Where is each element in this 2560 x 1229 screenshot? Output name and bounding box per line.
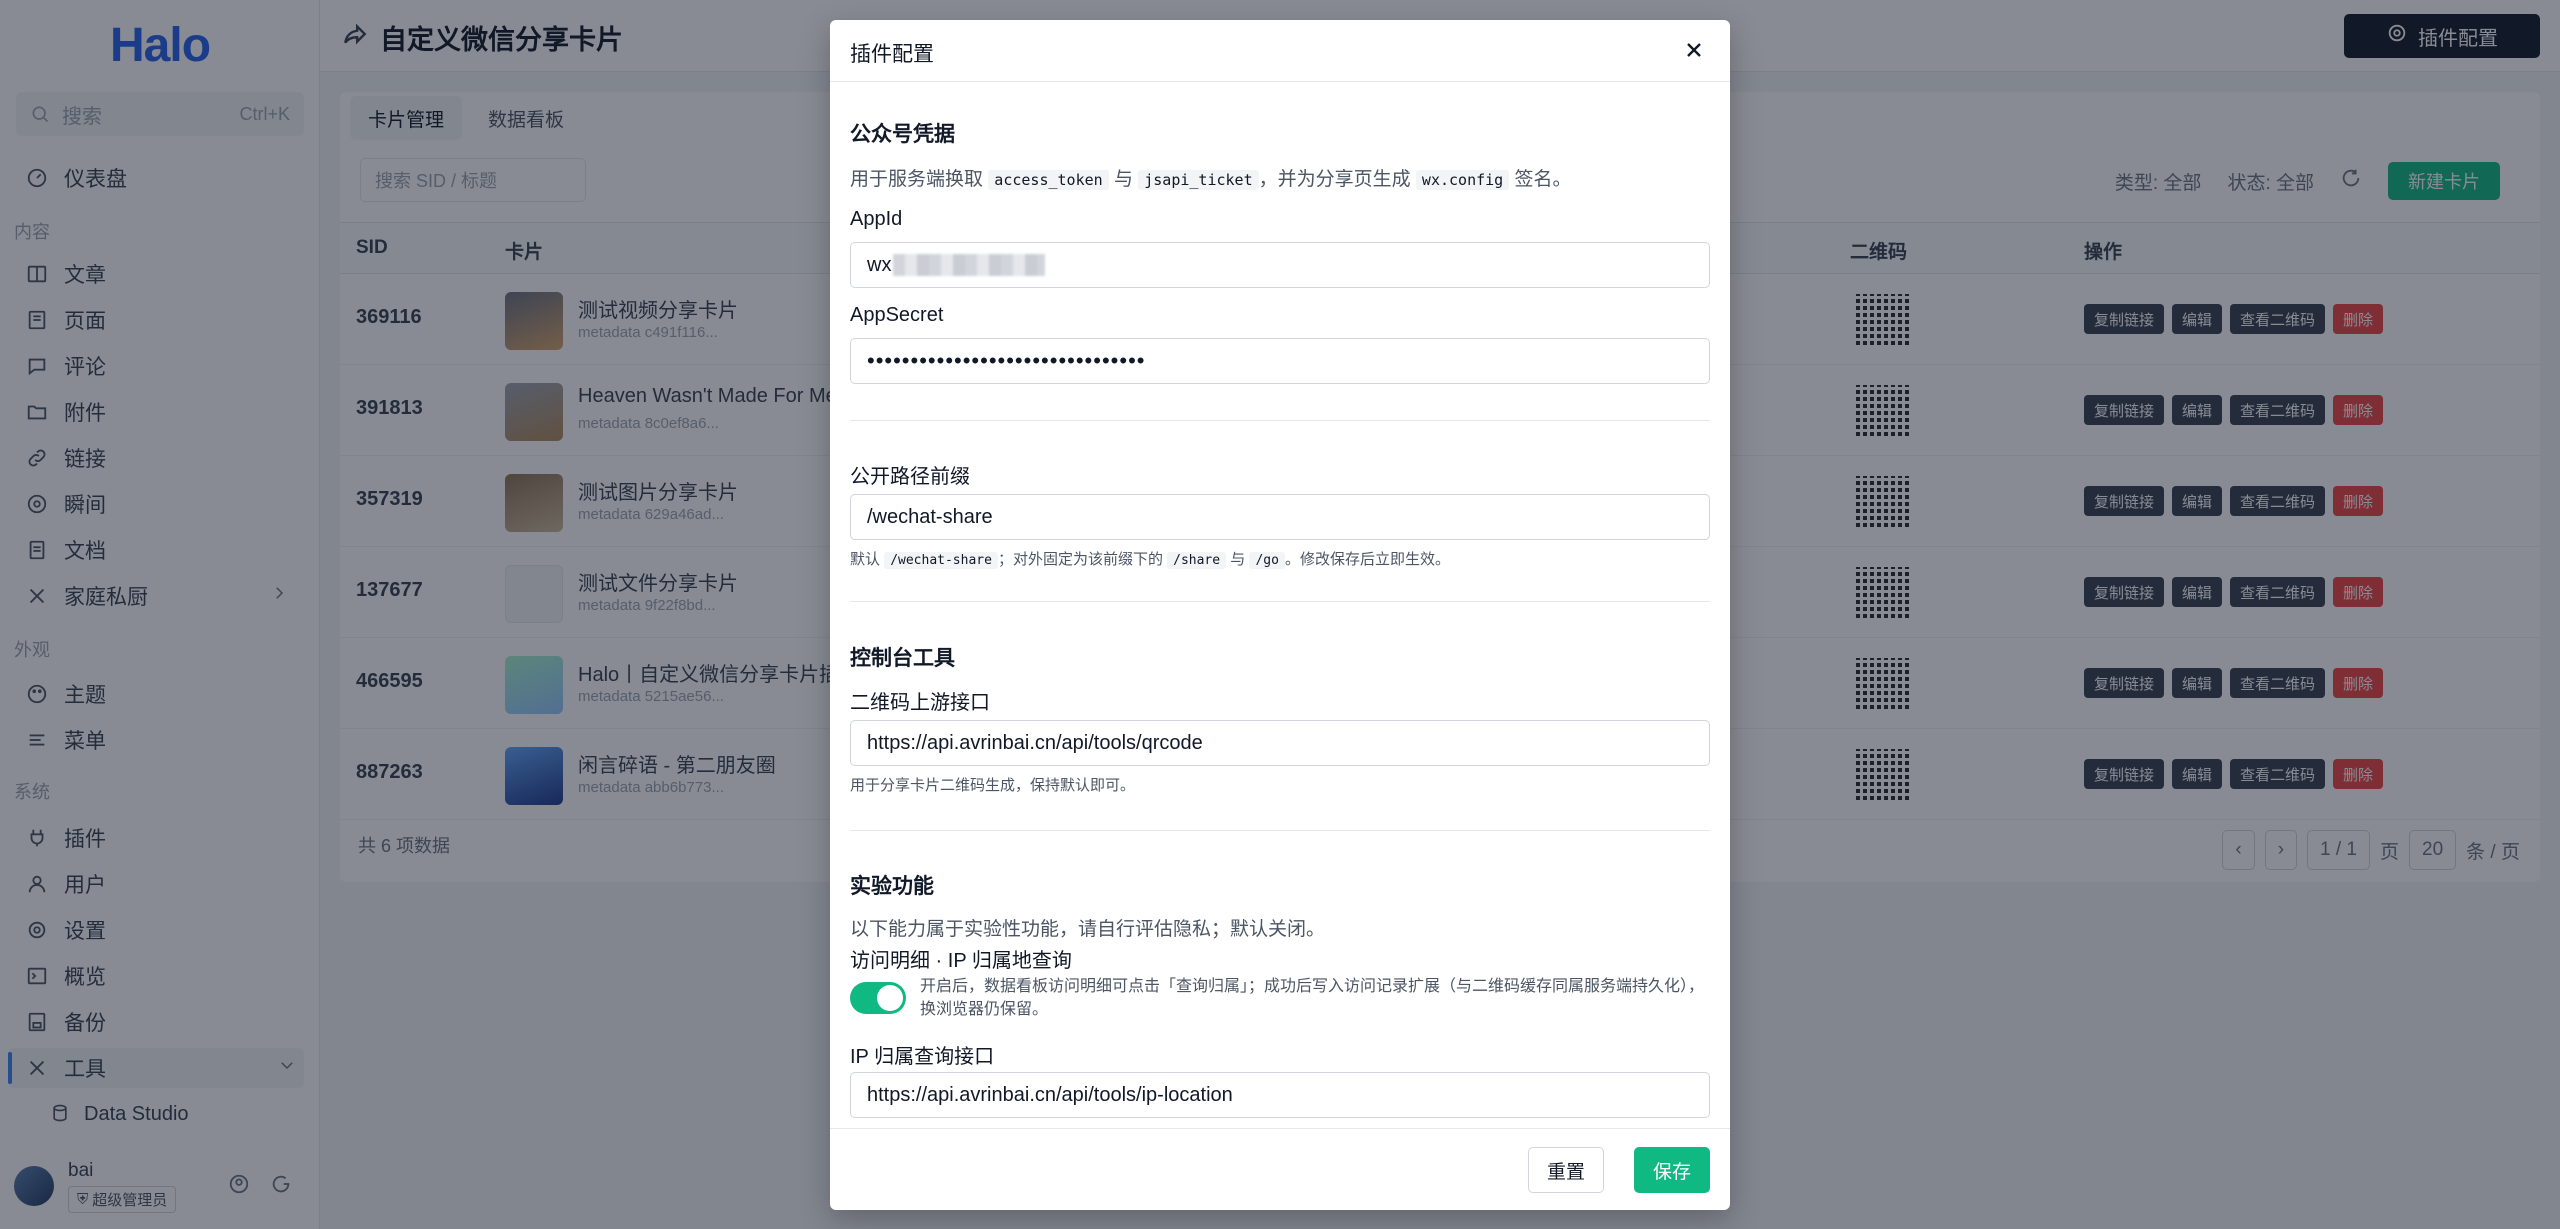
- visit-detail-label: 访问明细 · IP 归属地查询: [850, 950, 1072, 972]
- divider: [850, 601, 1710, 602]
- appsecret-value: ••••••••••••••••••••••••••••••••: [867, 348, 1146, 373]
- path-prefix-input[interactable]: /wechat-share: [850, 494, 1710, 540]
- section-experimental-title: 实验功能: [850, 875, 934, 898]
- ip-api-value: https://api.avrinbai.cn/api/tools/ip-loc…: [867, 1083, 1233, 1106]
- divider: [850, 420, 1710, 421]
- ip-api-input[interactable]: https://api.avrinbai.cn/api/tools/ip-loc…: [850, 1072, 1710, 1118]
- modal-header: 插件配置: [830, 20, 1730, 82]
- desc-text: ，并为分享页生成: [1258, 169, 1411, 190]
- qr-api-description: 用于分享卡片二维码生成，保持默认即可。: [850, 777, 1136, 794]
- code-share: /share: [1167, 552, 1227, 569]
- appsecret-label: AppSecret: [850, 304, 944, 326]
- section-console-title: 控制台工具: [850, 647, 955, 670]
- qr-api-value: https://api.avrinbai.cn/api/tools/qrcode: [867, 731, 1203, 754]
- prefix-label: 公开路径前缀: [850, 466, 970, 488]
- toggle-knob: [877, 985, 903, 1011]
- redacted-mask: [893, 254, 1046, 276]
- modal-title: 插件配置: [850, 43, 934, 66]
- desc-text: 。修改保存后立即生效。: [1284, 551, 1450, 568]
- code-access-token: access_token: [988, 170, 1109, 190]
- reset-button[interactable]: 重置: [1528, 1147, 1604, 1193]
- code-go: /go: [1249, 552, 1285, 569]
- appid-value: wx: [867, 253, 892, 276]
- divider: [850, 830, 1710, 831]
- desc-text: ；对外固定为该前缀下的: [997, 551, 1163, 568]
- modal-footer: 重置 保存: [830, 1128, 1730, 1210]
- credentials-description: 用于服务端换取 access_token 与 jsapi_ticket ，并为分享…: [850, 164, 1572, 191]
- experimental-description: 以下能力属于实验性功能，请自行评估隐私；默认关闭。: [850, 919, 1326, 940]
- plugin-config-modal: 插件配置 公众号凭据 用于服务端换取 access_token 与 jsapi_…: [830, 20, 1730, 1210]
- qr-api-input[interactable]: https://api.avrinbai.cn/api/tools/qrcode: [850, 720, 1710, 766]
- path-prefix-value: /wechat-share: [867, 505, 993, 528]
- ip-api-label: IP 归属查询接口: [850, 1046, 995, 1068]
- desc-text: 与: [1230, 551, 1246, 568]
- section-credentials-title: 公众号凭据: [850, 123, 955, 146]
- visit-detail-description: 开启后，数据看板访问明细可点击「查询归属」；成功后写入访问记录扩展（与二维码缓存…: [920, 978, 1705, 1018]
- code-wx-config: wx.config: [1415, 170, 1510, 190]
- desc-text: 与: [1113, 169, 1133, 190]
- desc-text: 签名。: [1514, 169, 1572, 190]
- appid-input[interactable]: wx: [850, 242, 1710, 288]
- appsecret-input[interactable]: ••••••••••••••••••••••••••••••••: [850, 338, 1710, 384]
- close-icon[interactable]: [1682, 38, 1708, 64]
- modal-body: 公众号凭据 用于服务端换取 access_token 与 jsapi_ticke…: [830, 82, 1730, 1128]
- prefix-description: 默认 /wechat-share ；对外固定为该前缀下的 /share 与 /go…: [850, 548, 1450, 569]
- qr-api-label: 二维码上游接口: [850, 692, 990, 714]
- code-jsapi-ticket: jsapi_ticket: [1138, 170, 1259, 190]
- ip-lookup-toggle[interactable]: [850, 982, 906, 1014]
- save-button[interactable]: 保存: [1634, 1147, 1710, 1193]
- desc-text: 默认: [850, 551, 881, 568]
- desc-text: 用于服务端换取: [850, 169, 984, 190]
- appid-label: AppId: [850, 208, 903, 230]
- code-prefix: /wechat-share: [884, 552, 998, 569]
